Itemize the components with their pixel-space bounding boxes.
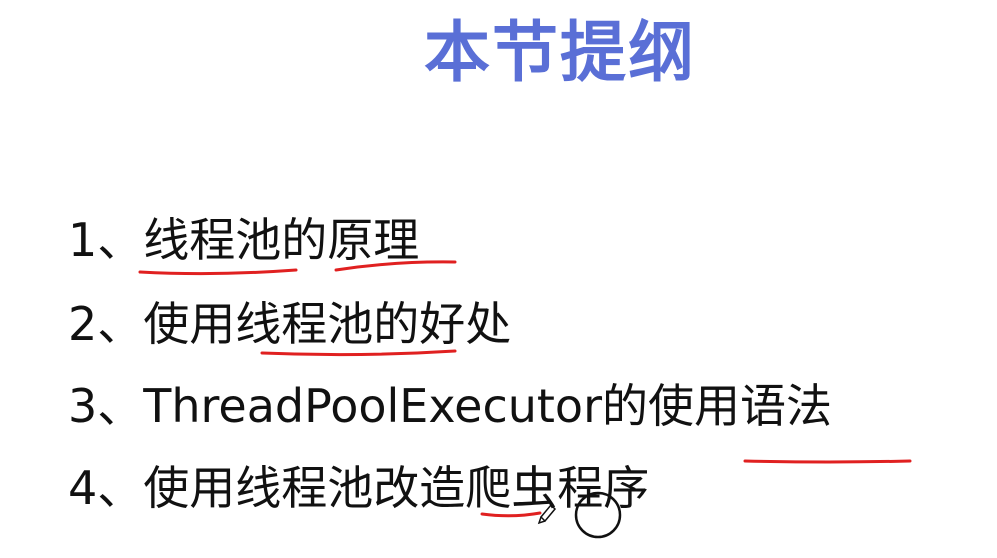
outline-item-2: 2、使用线程池的好处 [68,297,512,351]
annotation-underline-4 [743,459,912,464]
outline-item-1: 1、线程池的原理 [68,213,420,267]
outline-item-4: 4、使用线程池改造爬虫程序 [68,461,650,515]
annotation-underline-1 [138,268,298,276]
outline-item-3: 3、ThreadPoolExecutor的使用语法 [68,379,832,433]
slide-title: 本节提纲 [424,14,696,91]
